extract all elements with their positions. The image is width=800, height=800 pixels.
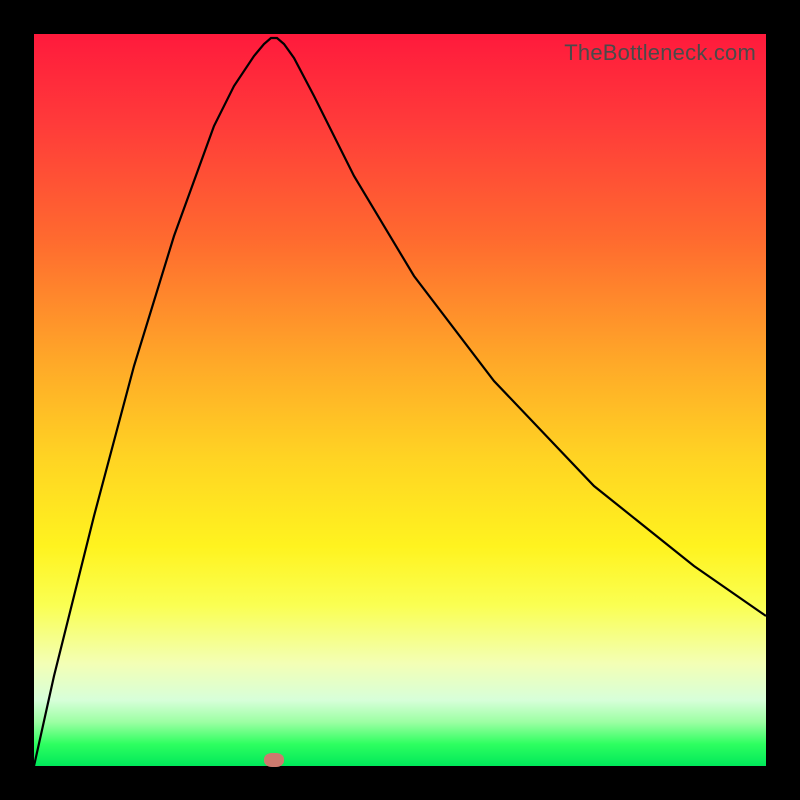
chart-plot-area: TheBottleneck.com	[34, 34, 766, 766]
bottleneck-curve	[34, 34, 766, 766]
minimum-marker-icon	[264, 753, 284, 767]
watermark-label: TheBottleneck.com	[564, 40, 756, 66]
chart-frame: TheBottleneck.com	[0, 0, 800, 800]
